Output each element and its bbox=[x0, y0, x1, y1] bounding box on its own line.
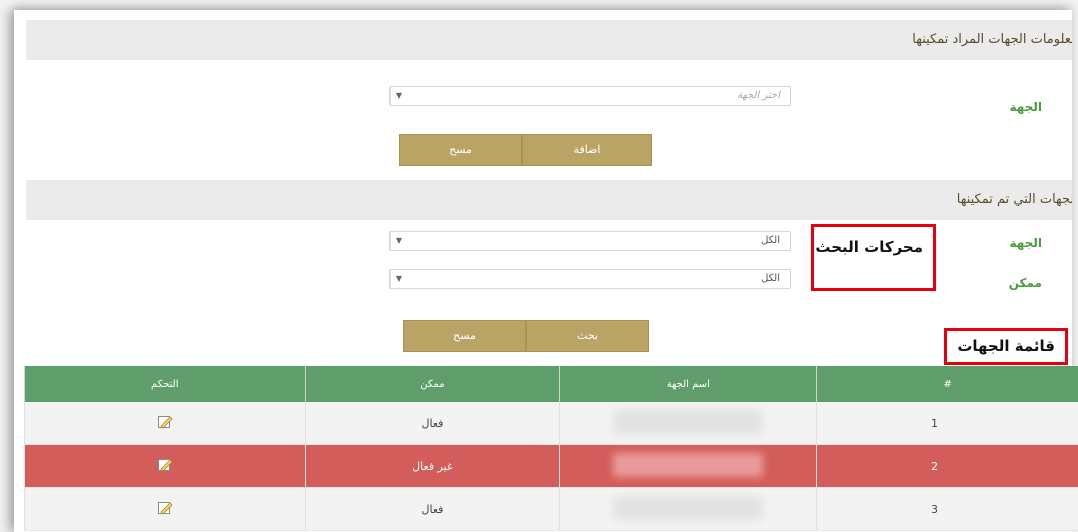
filter-entity-select[interactable]: الكل ▼ bbox=[389, 231, 791, 251]
filter-enabled-select[interactable]: الكل ▼ bbox=[389, 269, 791, 289]
annotation-search-engines: محركات البحث bbox=[811, 224, 936, 291]
section-header-enable: معلومات الجهات المراد تمكينها bbox=[26, 20, 1072, 60]
filter-enabled-value: الكل bbox=[761, 273, 780, 284]
redacted-text bbox=[613, 409, 764, 434]
annotation-entities-list-text: قائمة الجهات bbox=[957, 337, 1055, 355]
row-entity-name bbox=[559, 487, 817, 531]
chevron-down-icon: ▼ bbox=[390, 270, 407, 288]
col-header-number: # bbox=[816, 366, 1078, 402]
row-number: 3 bbox=[816, 487, 1078, 531]
row-control bbox=[24, 402, 306, 445]
redacted-text bbox=[613, 452, 764, 477]
entity-label: الجهة bbox=[1009, 100, 1042, 114]
filter-enabled-label: ممكن bbox=[1008, 276, 1042, 290]
table-row: 3 فعال bbox=[24, 487, 1078, 531]
section-title-enable: معلومات الجهات المراد تمكينها bbox=[912, 32, 1072, 47]
row-number: 2 bbox=[816, 444, 1078, 488]
entities-table: # اسم الجهة ممكن التحكم 1 فعال 2 غير فعا… bbox=[24, 366, 1078, 531]
row-control bbox=[24, 444, 306, 488]
col-header-control: التحكم bbox=[24, 366, 306, 402]
table-row: 1 فعال bbox=[24, 402, 1078, 445]
row-status: فعال bbox=[304, 402, 560, 445]
chevron-down-icon: ▼ bbox=[390, 232, 407, 250]
table-row: 2 غير فعال bbox=[24, 444, 1078, 488]
entity-select[interactable]: اختر الجهة ▼ bbox=[389, 86, 791, 106]
add-button[interactable]: اضافة bbox=[522, 134, 652, 166]
chevron-down-icon: ▼ bbox=[390, 87, 407, 105]
table-header-row: # اسم الجهة ممكن التحكم bbox=[24, 366, 1078, 402]
row-status: فعال bbox=[304, 487, 560, 531]
col-header-enabled: ممكن bbox=[304, 366, 560, 402]
entity-select-placeholder: اختر الجهة bbox=[737, 90, 780, 101]
col-header-name: اسم الجهة bbox=[559, 366, 817, 402]
row-status: غير فعال bbox=[304, 444, 560, 488]
clear-button-top[interactable]: مسح bbox=[399, 134, 522, 166]
filter-entity-value: الكل bbox=[761, 235, 780, 246]
annotation-search-engines-text: محركات البحث bbox=[815, 238, 923, 256]
filter-entity-label: الجهة bbox=[1009, 236, 1042, 250]
annotation-entities-list: قائمة الجهات bbox=[944, 328, 1068, 365]
row-control bbox=[24, 487, 306, 531]
edit-icon[interactable] bbox=[157, 457, 173, 473]
row-entity-name bbox=[559, 402, 817, 445]
section-title-enabled: الجهات التي تم تمكينها bbox=[956, 192, 1072, 207]
clear-button-search[interactable]: مسح bbox=[403, 320, 526, 352]
redacted-text bbox=[613, 495, 764, 520]
row-entity-name bbox=[559, 444, 817, 488]
edit-icon[interactable] bbox=[157, 414, 173, 430]
section-header-enabled: الجهات التي تم تمكينها bbox=[26, 180, 1072, 220]
search-button[interactable]: بحث bbox=[526, 320, 649, 352]
row-number: 1 bbox=[816, 402, 1078, 445]
edit-icon[interactable] bbox=[157, 500, 173, 516]
